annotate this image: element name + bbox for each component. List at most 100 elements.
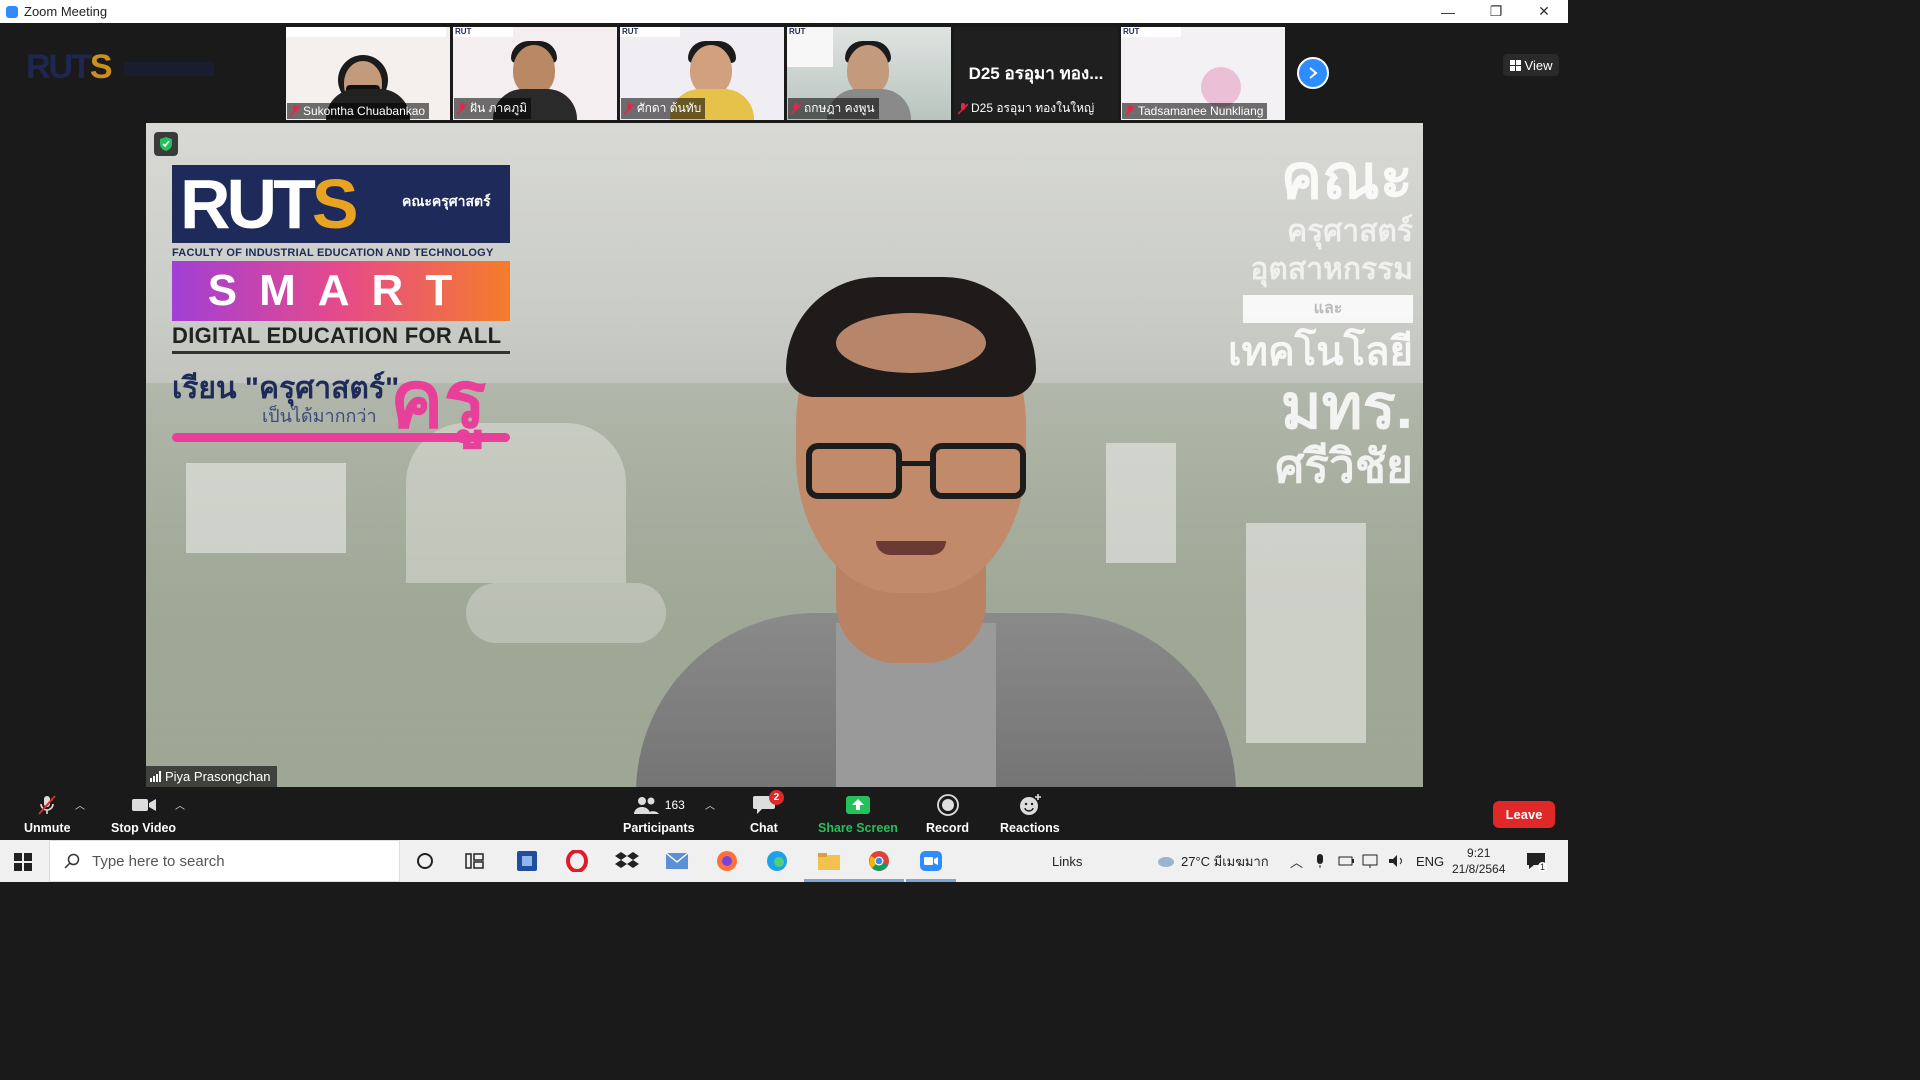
leave-button[interactable]: Leave <box>1493 801 1555 828</box>
window-title: Zoom Meeting <box>24 4 108 19</box>
clock-time: 9:21 <box>1467 846 1491 860</box>
taskbar-file-explorer[interactable] <box>804 848 854 882</box>
mic-muted-icon <box>624 102 634 115</box>
participant-count: 163 <box>664 798 685 812</box>
windows-start-button[interactable] <box>14 853 32 876</box>
taskbar-mail[interactable] <box>664 848 690 874</box>
cortana-button[interactable] <box>412 848 438 874</box>
weather-text: 27°C มีเมฆมาก <box>1181 853 1269 869</box>
minimize-button[interactable]: — <box>1424 0 1472 23</box>
input-language[interactable]: ENG <box>1416 840 1444 882</box>
stop-video-button[interactable]: Stop Video <box>111 793 176 835</box>
task-view-button[interactable] <box>462 848 488 874</box>
taskbar-search-box[interactable]: Type here to search <box>49 840 400 882</box>
participant-thumbnail[interactable]: RUT ศักดา ต้นทับ <box>620 27 784 120</box>
store-icon <box>517 851 537 871</box>
mic-muted-icon <box>1125 105 1135 117</box>
participant-thumbnail[interactable]: RUT ถกษฎา คงพูน <box>787 27 951 120</box>
participant-name-tag: Sukontha Chuabankao <box>287 103 430 119</box>
notification-count: 1 <box>1538 862 1548 872</box>
encryption-shield-icon[interactable] <box>154 132 178 156</box>
speaker-figure <box>636 277 1236 787</box>
show-hidden-icons[interactable]: ︿ <box>1290 840 1303 882</box>
mic-muted-icon <box>958 102 968 115</box>
taskbar-dropbox[interactable] <box>614 848 640 874</box>
dropbox-icon <box>615 852 639 868</box>
audio-options-caret[interactable]: ︿ <box>75 797 85 812</box>
folder-icon <box>818 853 840 870</box>
battery-icon[interactable] <box>1338 840 1356 882</box>
participant-name-tag: ถกษฎา คงพูน <box>788 98 879 119</box>
participant-thumbnail[interactable]: RUT Tadsamanee Nunkliang <box>1121 27 1285 120</box>
edge-icon <box>767 851 787 871</box>
windows-logo-icon <box>14 853 32 871</box>
chrome-icon <box>869 851 889 871</box>
firefox-icon <box>717 851 737 871</box>
next-page-button[interactable] <box>1297 57 1329 89</box>
microphone-tray-icon[interactable] <box>1315 840 1325 882</box>
unmute-button[interactable]: Unmute <box>24 793 71 835</box>
participants-options-caret[interactable]: ︿ <box>705 797 715 812</box>
clock[interactable]: 9:21 21/8/2564 <box>1452 840 1505 882</box>
clock-date: 21/8/2564 <box>1452 862 1506 876</box>
reactions-button[interactable]: Reactions <box>1000 793 1060 835</box>
taskbar-opera[interactable] <box>564 848 590 874</box>
tagline: DIGITAL EDUCATION FOR ALL <box>172 323 502 348</box>
links-toolbar[interactable]: Links <box>1052 840 1082 882</box>
notifications-button[interactable]: 1 <box>1526 840 1548 882</box>
volume-icon[interactable] <box>1388 840 1406 882</box>
taskbar-app-store[interactable] <box>514 848 540 874</box>
restore-button[interactable]: ❐ <box>1472 0 1520 23</box>
participant-strip: Sukontha Chuabankao RUT ฝัน ภาคภูมิ RUT … <box>286 27 1285 120</box>
share-screen-icon <box>845 796 870 814</box>
zoom-icon <box>920 851 942 871</box>
smart-banner: SMART <box>172 261 510 321</box>
active-speaker-video: RUTS คณะครุศาสตร์ FACULTY OF INDUSTRIAL … <box>146 123 1423 787</box>
participant-name-tag: D25 อรอุมา ทองในใหญ่ <box>955 98 1098 119</box>
cortana-icon <box>417 853 433 869</box>
search-icon <box>64 853 80 869</box>
video-options-caret[interactable]: ︿ <box>175 797 185 812</box>
participant-thumbnail[interactable]: Sukontha Chuabankao <box>286 27 450 120</box>
illustration <box>1201 67 1241 107</box>
taskbar-chrome[interactable] <box>854 848 904 882</box>
taskbar-edge[interactable] <box>764 848 790 874</box>
grid-icon <box>1509 59 1521 71</box>
opera-icon <box>566 850 588 872</box>
participant-display-name: D25 อรอุมา ทอง... <box>968 64 1104 83</box>
record-icon <box>936 794 959 816</box>
record-button[interactable]: Record <box>926 793 969 835</box>
faculty-thai-label: คณะครุศาสตร์ <box>402 193 491 209</box>
windows-taskbar: Type here to search Links 27°C มีเมฆมาก … <box>0 840 1568 882</box>
org-logo: RUTS <box>26 48 214 87</box>
meeting-controls: Unmute ︿ Stop Video ︿ 163 Participants ︿… <box>0 787 1568 840</box>
participant-name-tag: ฝัน ภาคภูมิ <box>454 98 532 119</box>
close-button[interactable]: ✕ <box>1520 0 1568 23</box>
participant-thumbnail[interactable]: D25 อรอุมา ทอง... D25 อรอุมา ทองในใหญ่ <box>954 27 1118 120</box>
view-button-label: View <box>1524 57 1553 73</box>
chat-button[interactable]: 2 Chat <box>750 790 784 835</box>
network-icon[interactable] <box>1362 840 1380 882</box>
taskbar-firefox[interactable] <box>714 848 740 874</box>
cloud-icon <box>1158 857 1174 867</box>
smiley-plus-icon <box>1019 794 1041 815</box>
more-than-line: เป็นได้มากกว่า <box>262 406 377 426</box>
taskbar-zoom[interactable] <box>906 848 956 882</box>
share-screen-button[interactable]: Share Screen <box>818 793 898 835</box>
speaker-name-tag: Piya Prasongchan <box>146 766 277 787</box>
participant-name-tag: ศักดา ต้นทับ <box>621 98 706 119</box>
mic-muted-icon <box>290 105 300 117</box>
weather-widget[interactable]: 27°C มีเมฆมาก <box>1155 840 1269 882</box>
faculty-name-vertical: คณะ ครุศาสตร์ อุตสาหกรรม และ เทคโนโลยี ม… <box>1227 143 1413 492</box>
thumb-logo-label: RUT <box>620 27 680 37</box>
task-view-icon <box>465 853 484 869</box>
participant-thumbnail[interactable]: RUT ฝัน ภาคภูมิ <box>453 27 617 120</box>
zoom-app-icon <box>6 5 18 18</box>
view-button[interactable]: View <box>1503 54 1559 76</box>
mic-muted-icon <box>791 102 801 115</box>
kru-word: ครู <box>390 355 487 444</box>
microphone-muted-icon <box>38 795 57 815</box>
participants-button[interactable]: 163 Participants <box>623 793 695 835</box>
thumb-logo-label: RUT <box>1121 27 1181 37</box>
thumb-logo-label: RUT <box>787 27 833 67</box>
